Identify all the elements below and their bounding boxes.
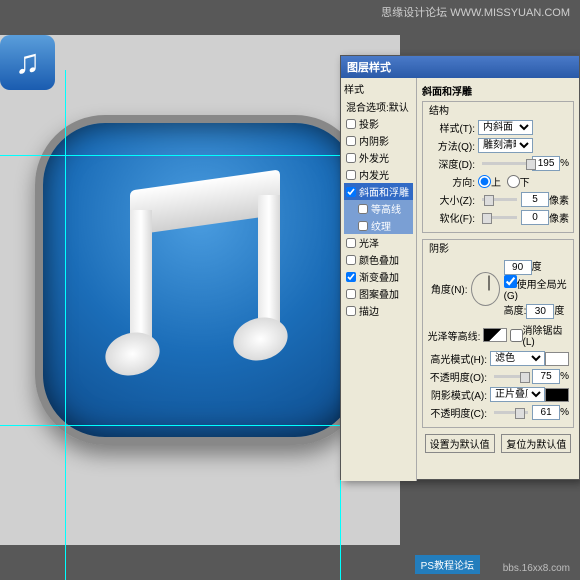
shadow-mode-select[interactable]: 正片叠底 [490, 387, 545, 402]
music-note-shape [110, 180, 290, 380]
style-pattern-overlay[interactable]: 图案叠加 [344, 285, 413, 302]
dialog-titlebar[interactable]: 图层样式 [341, 56, 579, 78]
style-label: 样式(T): [427, 120, 475, 135]
hilite-opacity-slider[interactable] [494, 375, 528, 378]
angle-input[interactable] [504, 260, 532, 275]
checkbox[interactable] [346, 272, 356, 282]
shadow-opacity-label: 不透明度(C): [427, 405, 487, 420]
shadow-opacity-input[interactable] [532, 405, 560, 420]
style-satin[interactable]: 光泽 [344, 234, 413, 251]
guide-vertical[interactable] [65, 70, 66, 580]
depth-slider[interactable] [482, 162, 528, 165]
gloss-label: 光泽等高线: [427, 328, 480, 343]
antialias-checkbox[interactable] [510, 329, 523, 342]
checkbox[interactable] [346, 306, 356, 316]
soften-input[interactable] [521, 210, 549, 225]
shadow-color-swatch[interactable] [545, 388, 569, 402]
style-color-overlay[interactable]: 颜色叠加 [344, 251, 413, 268]
thumbnail-icon: ♫ [0, 35, 55, 90]
checkbox[interactable] [346, 289, 356, 299]
bevel-panel: 斜面和浮雕 结构 样式(T):内斜面 方法(Q):雕刻清晰 深度(D):% 方向… [417, 78, 579, 481]
style-inner-glow[interactable]: 内发光 [344, 166, 413, 183]
soften-label: 软化(F): [427, 210, 475, 225]
direction-label: 方向: [427, 174, 475, 189]
checkbox[interactable] [358, 221, 368, 231]
depth-label: 深度(D): [427, 156, 475, 171]
style-bevel-emboss[interactable]: 斜面和浮雕 [344, 183, 413, 200]
hilite-opacity-input[interactable] [532, 369, 560, 384]
styles-header: 样式 [344, 81, 413, 96]
checkbox[interactable] [346, 255, 356, 265]
reset-default-button[interactable]: 复位为默认值 [501, 434, 571, 453]
checkbox[interactable] [346, 187, 356, 197]
depth-input[interactable] [532, 156, 560, 171]
soften-slider[interactable] [482, 216, 517, 219]
shadow-mode-label: 阴影模式(A): [427, 387, 487, 402]
style-inner-shadow[interactable]: 内阴影 [344, 132, 413, 149]
structure-fieldset: 结构 样式(T):内斜面 方法(Q):雕刻清晰 深度(D):% 方向:上 下 大… [422, 101, 574, 233]
structure-label: 结构 [427, 102, 451, 117]
set-default-button[interactable]: 设置为默认值 [425, 434, 495, 453]
checkbox[interactable] [346, 136, 356, 146]
checkbox[interactable] [346, 238, 356, 248]
shading-label: 阴影 [427, 240, 451, 255]
method-select[interactable]: 雕刻清晰 [478, 138, 533, 153]
dir-down-radio[interactable] [507, 175, 520, 188]
main-icon-artwork [35, 115, 365, 445]
gloss-contour-picker[interactable] [483, 328, 506, 342]
style-stroke[interactable]: 描边 [344, 302, 413, 319]
size-label: 大小(Z): [427, 192, 475, 207]
style-contour[interactable]: 等高线 [344, 200, 413, 217]
checkbox[interactable] [346, 119, 356, 129]
checkbox[interactable] [346, 170, 356, 180]
size-input[interactable] [521, 192, 549, 207]
watermark-bottom: bbs.16xx8.com [503, 563, 570, 574]
checkbox[interactable] [346, 153, 356, 163]
layer-style-dialog: 图层样式 样式 混合选项:默认 投影 内阴影 外发光 内发光 斜面和浮雕 等高线… [340, 55, 580, 480]
style-drop-shadow[interactable]: 投影 [344, 115, 413, 132]
watermark-ps-badge: PS教程论坛 [415, 555, 480, 574]
hilite-mode-select[interactable]: 滤色 [490, 351, 545, 366]
music-note-icon: ♫ [15, 43, 41, 82]
dir-up-radio[interactable] [478, 175, 491, 188]
blend-options-item[interactable]: 混合选项:默认 [344, 98, 413, 115]
style-outer-glow[interactable]: 外发光 [344, 149, 413, 166]
altitude-input[interactable] [526, 304, 554, 319]
shading-fieldset: 阴影 角度(N): 度 使用全局光(G) 高度:度 光泽等高线: 消除锯齿(L)… [422, 239, 574, 428]
style-select[interactable]: 内斜面 [478, 120, 533, 135]
panel-title: 斜面和浮雕 [422, 83, 574, 98]
angle-label: 角度(N): [427, 281, 468, 296]
method-label: 方法(Q): [427, 138, 475, 153]
styles-list: 样式 混合选项:默认 投影 内阴影 外发光 内发光 斜面和浮雕 等高线 纹理 光… [341, 78, 417, 481]
checkbox[interactable] [358, 204, 368, 214]
size-slider[interactable] [482, 198, 517, 201]
global-light-checkbox[interactable] [504, 275, 517, 288]
hilite-color-swatch[interactable] [545, 352, 569, 366]
watermark-top: 思缘设计论坛 WWW.MISSYUAN.COM [381, 4, 570, 20]
hilite-mode-label: 高光模式(H): [427, 351, 487, 366]
angle-dial[interactable] [471, 272, 500, 306]
hilite-opacity-label: 不透明度(O): [427, 369, 487, 384]
style-texture[interactable]: 纹理 [344, 217, 413, 234]
shadow-opacity-slider[interactable] [494, 411, 528, 414]
style-gradient-overlay[interactable]: 渐变叠加 [344, 268, 413, 285]
